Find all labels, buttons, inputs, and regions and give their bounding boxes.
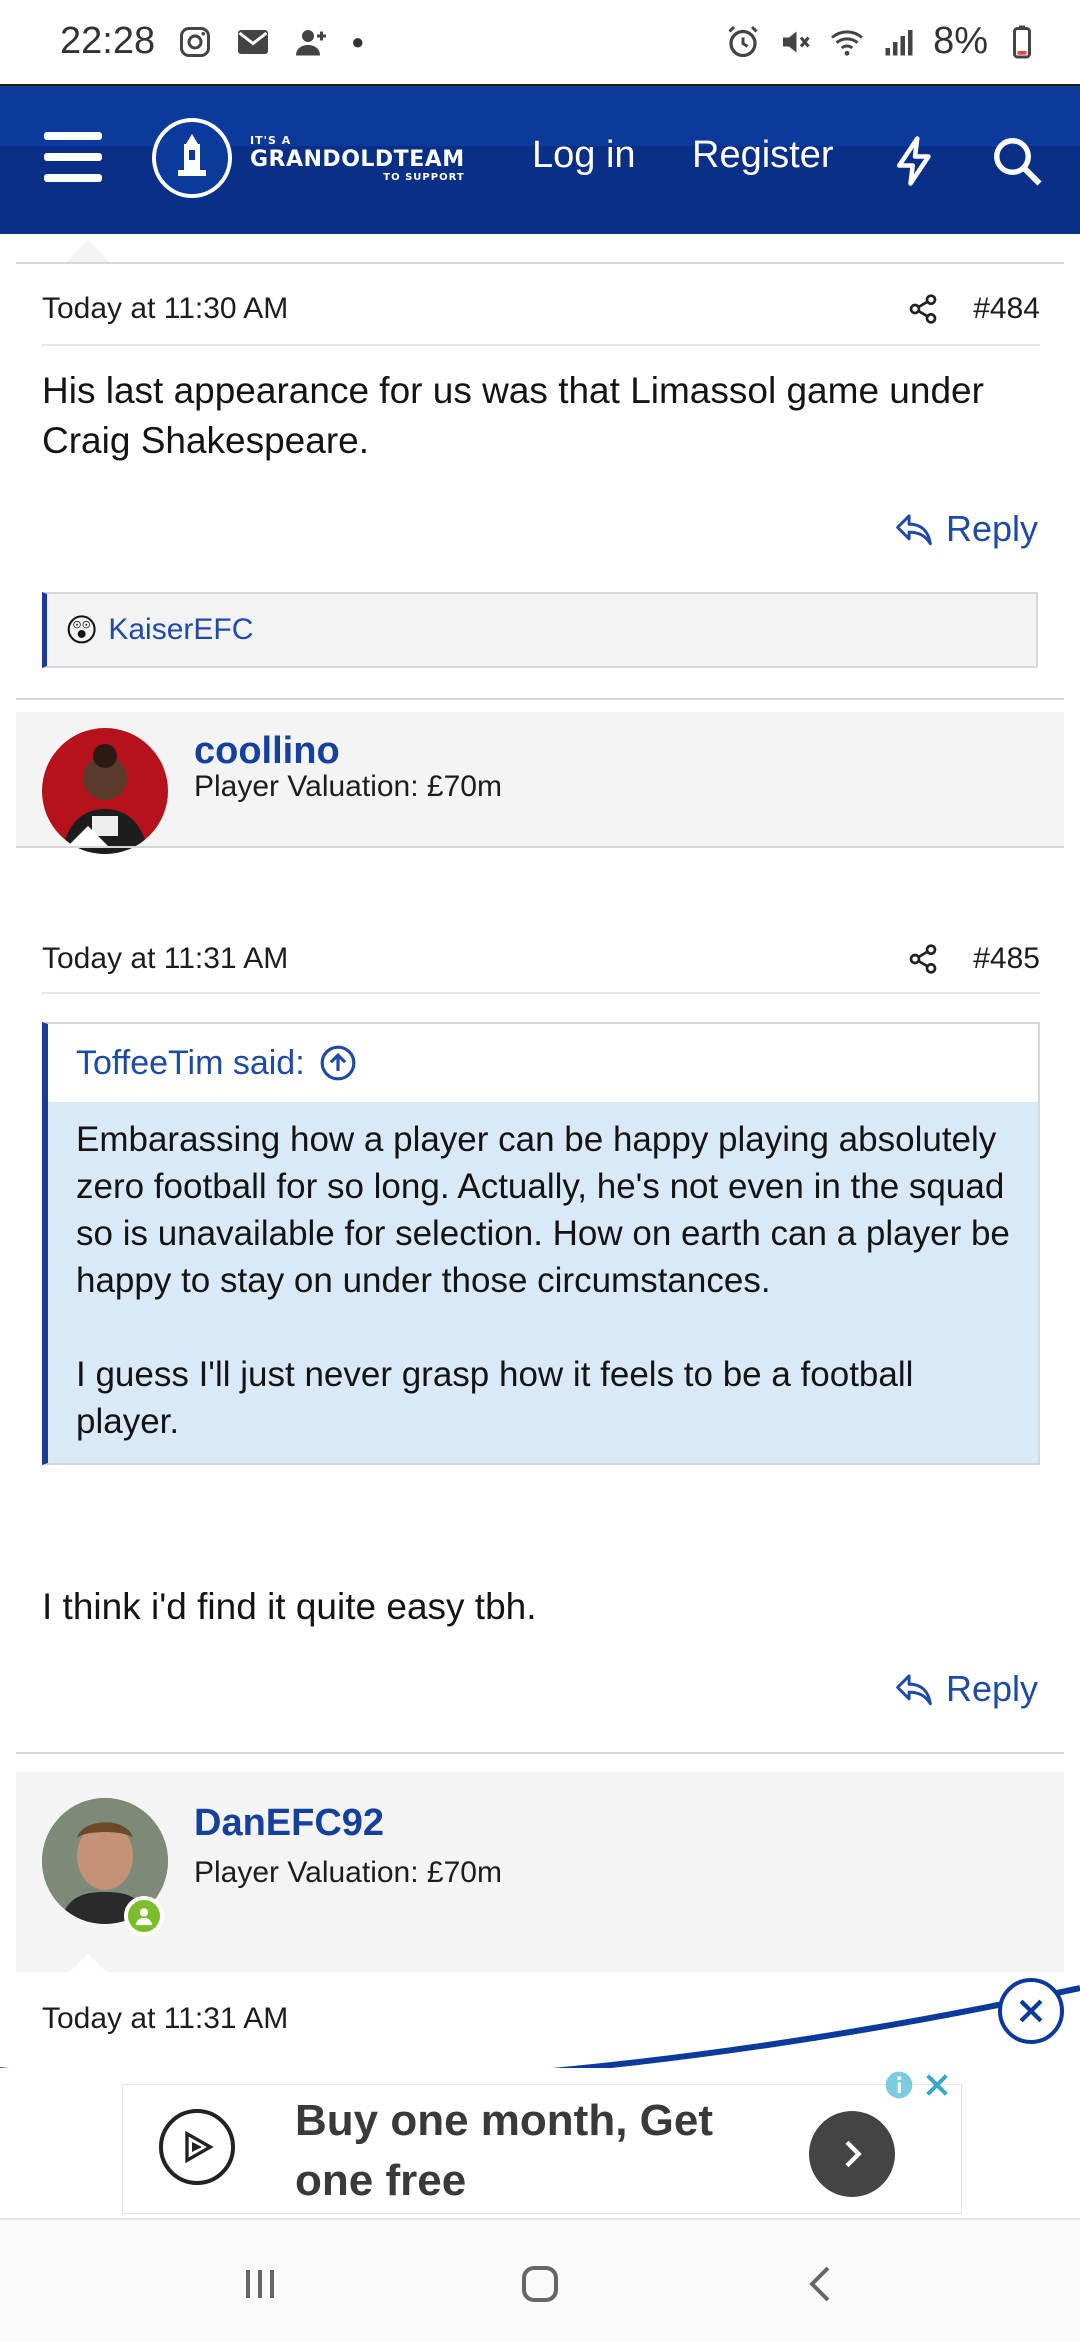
arrow-up-circle-icon[interactable] [319, 1044, 357, 1082]
crest-icon [152, 118, 232, 198]
post-number[interactable]: #485 [973, 942, 1040, 976]
close-icon [1019, 1999, 1043, 2023]
share-icon[interactable] [907, 943, 939, 975]
reply-button[interactable]: Reply [894, 508, 1038, 550]
dot-icon: ● [351, 28, 365, 54]
add-contact-icon [296, 29, 327, 55]
post-time[interactable]: Today at 11:30 AM [42, 292, 288, 326]
instagram-icon [180, 26, 211, 57]
mute-icon [783, 31, 810, 52]
ad-text[interactable]: Buy one month, Get one free [295, 2091, 735, 2211]
register-link[interactable]: Register [692, 134, 834, 177]
ad-close-icon[interactable] [921, 2069, 953, 2101]
reaction-bar[interactable]: 😲 KaiserEFC [42, 592, 1038, 668]
post-user-block: DanEFC92 Player Valuation: £70m [16, 1772, 1064, 1972]
post-time[interactable]: Today at 11:31 AM [42, 942, 288, 976]
status-bar: 22:28 ● 8% [0, 0, 1080, 84]
username[interactable]: DanEFC92 [194, 1802, 384, 1845]
post-body: His last appearance for us was that Lima… [42, 370, 984, 461]
quote-header[interactable]: ToffeeTim said: [48, 1024, 1038, 1102]
close-ad-button[interactable] [998, 1978, 1064, 2044]
battery-icon [1013, 25, 1031, 58]
lightning-icon[interactable] [888, 134, 942, 188]
user-title: Player Valuation: £70m [194, 770, 502, 803]
chevron-right-icon [845, 2140, 862, 2168]
quote-paragraph: Embarassing how a player can be happy pl… [76, 1120, 1010, 1300]
post-user-block: coollino Player Valuation: £70m [16, 712, 1064, 854]
quote-block: ToffeeTim said: Embarassing how a player… [42, 1022, 1040, 1465]
menu-icon[interactable] [44, 132, 102, 182]
back-icon[interactable] [798, 2260, 846, 2308]
play-icon [159, 2109, 235, 2185]
site-header: IT'S A GRANDOLDTEAM TO SUPPORT Log in Re… [0, 84, 1080, 234]
user-title: Player Valuation: £70m [194, 1856, 502, 1889]
post-meta: Today at 11:30 AM #484 [42, 292, 1040, 326]
post-body: I think i'd find it quite easy tbh. [42, 1586, 537, 1627]
login-link[interactable]: Log in [532, 134, 636, 177]
search-icon[interactable] [990, 134, 1044, 188]
post-meta: Today at 11:31 AM #485 [42, 942, 1040, 976]
post-number[interactable]: #484 [973, 292, 1040, 326]
ad-info-icon[interactable] [883, 2069, 915, 2101]
site-logo[interactable]: IT'S A GRANDOLDTEAM TO SUPPORT [152, 118, 465, 198]
reply-icon [896, 514, 932, 546]
share-icon[interactable] [907, 293, 939, 325]
quote-author[interactable]: ToffeeTim said: [76, 1044, 305, 1083]
username[interactable]: coollino [194, 730, 340, 773]
system-navigation-bar [0, 2218, 1080, 2342]
reply-button[interactable]: Reply [894, 1668, 1038, 1710]
wifi-icon [831, 29, 864, 56]
reply-icon [896, 1674, 932, 1706]
quote-paragraph: I guess I'll just never grasp how it fee… [76, 1355, 914, 1441]
quote-body: Embarassing how a player can be happy pl… [48, 1102, 1038, 1463]
astonished-emoji-icon: 😲 [65, 612, 99, 648]
ad-arrow-button[interactable] [809, 2111, 895, 2197]
home-icon[interactable] [516, 2260, 564, 2308]
mail-icon [238, 29, 269, 54]
online-badge-icon [124, 1896, 164, 1936]
battery-percent: 8% [933, 20, 988, 62]
signal-icon [885, 29, 913, 55]
reaction-user[interactable]: KaiserEFC [108, 613, 253, 647]
ad-banner[interactable]: Buy one month, Get one free [0, 2068, 1080, 2218]
alarm-icon [728, 25, 758, 57]
recent-apps-icon[interactable] [236, 2260, 284, 2308]
clock: 22:28 [60, 20, 156, 62]
